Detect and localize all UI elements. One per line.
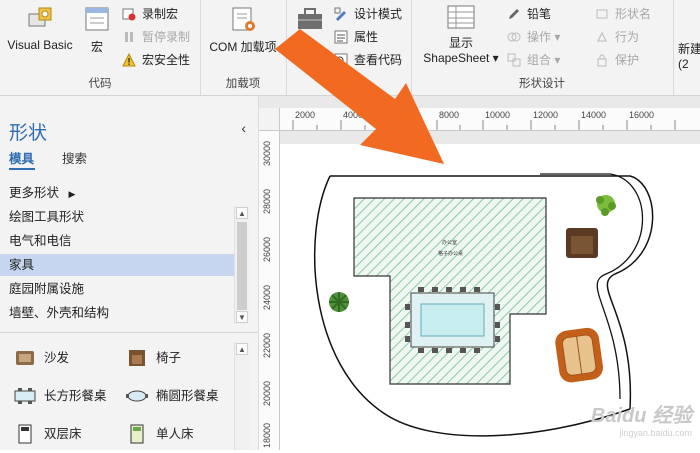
drawing-canvas[interactable]: 2000 4000 6000 8000 10000 12000 14000 16… (259, 29, 700, 450)
master-rect-dining-table[interactable]: 长方形餐桌 (10, 384, 107, 408)
v-tick: 22000 (262, 332, 272, 358)
tab-search[interactable]: 搜索 (62, 148, 87, 167)
rect-table-icon (14, 388, 36, 404)
scroll-thumb[interactable] (237, 222, 247, 310)
watermark: Baidu 经验 jingyan.baidu.com (590, 405, 692, 438)
master-sofa[interactable]: 沙发 (10, 346, 69, 370)
stencil-item-garden[interactable]: 庭园附属设施 (0, 278, 234, 300)
com-addins-icon (232, 7, 255, 31)
pause-icon (125, 32, 133, 42)
v-tick: 30000 (262, 140, 272, 166)
macros-icon (85, 7, 109, 31)
shapesheet-icon (447, 5, 475, 29)
chair-icon (129, 350, 145, 366)
visual-basic-icon (28, 7, 52, 27)
sofa-icon (16, 351, 34, 365)
record-macro-icon (122, 8, 136, 21)
oval-table-icon (126, 390, 148, 402)
stencil-item-electrical[interactable]: 电气和电信 (0, 230, 234, 252)
pencil-button[interactable]: 铅笔 (507, 4, 551, 24)
behavior-button[interactable]: 行为 (595, 27, 639, 47)
group-label-code: 代码 (88, 78, 112, 90)
warning-icon (122, 53, 136, 67)
single-bed-icon (130, 424, 144, 444)
bunk-bed-icon (18, 424, 32, 444)
group-addins: COM 加载项 加载项 (200, 0, 287, 95)
scroll-down-icon[interactable]: ▼ (236, 311, 248, 323)
pencil-icon (509, 9, 519, 19)
master-bunk-bed[interactable]: 双层床 (10, 422, 82, 446)
more-shapes-item[interactable]: 更多形状 ▶ (0, 182, 234, 204)
ruler-corner (259, 108, 280, 131)
v-tick: 26000 (262, 236, 272, 262)
operations-button[interactable]: 操作 ▾ (507, 27, 560, 47)
master-chair[interactable]: 椅子 (122, 346, 181, 370)
vertical-ruler: 30000 28000 26000 24000 22000 20000 1800… (259, 130, 280, 450)
behavior-icon (597, 31, 607, 42)
shape-name-icon (596, 9, 608, 19)
chevron-right-icon: ▶ (68, 189, 76, 199)
v-tick: 20000 (262, 380, 272, 406)
group-label-addins: 加载项 (225, 78, 261, 90)
macros-button[interactable]: 宏 (82, 4, 112, 55)
stencil-item-drawing-tools[interactable]: 绘图工具形状 (0, 206, 234, 228)
tab-stencils[interactable]: 模具 (9, 148, 34, 167)
v-tick: 18000 (262, 422, 272, 448)
scroll-up-icon[interactable]: ▲ (236, 207, 248, 219)
panel-divider (0, 332, 258, 333)
record-macro-button[interactable]: 录制宏 (122, 4, 178, 24)
com-addins-button[interactable]: COM 加载项 (204, 4, 282, 55)
shape-name-button[interactable]: 形状名 (595, 4, 651, 24)
stencil-list-scrollbar[interactable]: ▲ ▼ (234, 206, 249, 324)
annotation-arrow (275, 29, 444, 164)
shapes-panel: 形状 ‹ 模具 搜索 更多形状 ▶ 绘图工具形状 电气和电信 家具 庭园附属设施… (0, 96, 259, 450)
drawing-page[interactable]: 办公室 格子办公桌 Baidu 经验 jingyan.baidu.com (275, 29, 700, 450)
stencil-item-furniture[interactable]: 家具 (0, 254, 234, 276)
visual-basic-button[interactable]: Visual Basic (4, 4, 76, 52)
stencil-item-walls[interactable]: 墙壁、外壳和结构 (0, 302, 234, 324)
properties-icon (334, 30, 348, 44)
tab-underline (9, 168, 35, 170)
properties-button[interactable]: 属性 (334, 27, 378, 47)
design-mode-button[interactable]: 设计模式 (334, 4, 402, 24)
group-code: Visual Basic 宏 录制宏 暂停录制 宏安全性 代码 (0, 0, 201, 95)
collapse-panel-icon[interactable]: ‹ (241, 120, 246, 136)
macro-security-button[interactable]: 宏安全性 (122, 50, 190, 70)
master-list-scrollbar[interactable]: ▲ (234, 342, 249, 450)
panel-title: 形状 (9, 123, 48, 144)
v-tick: 28000 (262, 188, 272, 214)
pause-recording-button[interactable]: 暂停录制 (122, 27, 190, 47)
master-oval-dining-table[interactable]: 椭圆形餐桌 (122, 384, 219, 408)
scroll-up-icon[interactable]: ▲ (236, 343, 248, 355)
design-mode-icon (334, 7, 346, 21)
v-tick: 24000 (262, 284, 272, 310)
operations-icon (507, 32, 521, 42)
master-single-bed[interactable]: 单人床 (122, 422, 194, 446)
